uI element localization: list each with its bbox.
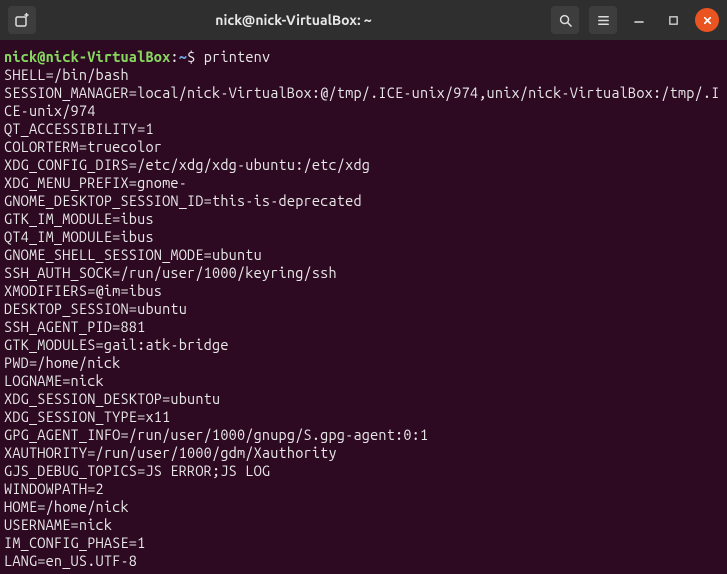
output-line: USERNAME=nick — [4, 516, 723, 534]
output-line: XDG_CONFIG_DIRS=/etc/xdg/xdg-ubuntu:/etc… — [4, 156, 723, 174]
prompt-path: ~ — [179, 48, 187, 65]
window-title: nick@nick-VirtualBox: ~ — [44, 12, 543, 28]
close-button[interactable] — [695, 8, 719, 32]
output-line: GTK_IM_MODULE=ibus — [4, 210, 723, 228]
output-block: SHELL=/bin/bashSESSION_MANAGER=local/nic… — [4, 66, 723, 570]
prompt-host: nick-VirtualBox — [46, 48, 171, 65]
titlebar-left — [8, 6, 36, 34]
search-icon — [558, 13, 573, 28]
new-tab-icon — [14, 12, 30, 28]
search-button[interactable] — [551, 6, 579, 34]
prompt-at: @ — [37, 48, 45, 65]
output-line: SESSION_MANAGER=local/nick-VirtualBox:@/… — [4, 84, 723, 120]
titlebar-right — [551, 6, 719, 34]
output-line: SSH_AUTH_SOCK=/run/user/1000/keyring/ssh — [4, 264, 723, 282]
prompt-colon: : — [170, 48, 178, 65]
output-line: XDG_SESSION_TYPE=x11 — [4, 408, 723, 426]
output-line: SSH_AGENT_PID=881 — [4, 318, 723, 336]
titlebar: nick@nick-VirtualBox: ~ — [0, 0, 727, 40]
output-line: IM_CONFIG_PHASE=1 — [4, 534, 723, 552]
output-line: WINDOWPATH=2 — [4, 480, 723, 498]
terminal-content[interactable]: nick@nick-VirtualBox:~$ printenv SHELL=/… — [0, 40, 727, 574]
hamburger-icon — [596, 13, 611, 28]
menu-button[interactable] — [589, 6, 617, 34]
output-line: DESKTOP_SESSION=ubuntu — [4, 300, 723, 318]
output-line: LOGNAME=nick — [4, 372, 723, 390]
output-line: XMODIFIERS=@im=ibus — [4, 282, 723, 300]
prompt-user: nick — [4, 48, 37, 65]
output-line: SHELL=/bin/bash — [4, 66, 723, 84]
prompt-dollar: $ — [187, 48, 195, 65]
output-line: LANG=en_US.UTF-8 — [4, 552, 723, 570]
output-line: GJS_DEBUG_TOPICS=JS ERROR;JS LOG — [4, 462, 723, 480]
output-line: GNOME_SHELL_SESSION_MODE=ubuntu — [4, 246, 723, 264]
output-line: PWD=/home/nick — [4, 354, 723, 372]
minimize-icon — [633, 14, 645, 26]
maximize-icon — [668, 15, 679, 26]
output-line: QT4_IM_MODULE=ibus — [4, 228, 723, 246]
output-line: HOME=/home/nick — [4, 498, 723, 516]
output-line: XDG_MENU_PREFIX=gnome- — [4, 174, 723, 192]
new-tab-button[interactable] — [8, 6, 36, 34]
output-line: GNOME_DESKTOP_SESSION_ID=this-is-depreca… — [4, 192, 723, 210]
output-line: GPG_AGENT_INFO=/run/user/1000/gnupg/S.gp… — [4, 426, 723, 444]
output-line: QT_ACCESSIBILITY=1 — [4, 120, 723, 138]
output-line: XDG_SESSION_DESKTOP=ubuntu — [4, 390, 723, 408]
close-icon — [702, 15, 713, 26]
command-text: printenv — [204, 48, 271, 65]
output-line: GTK_MODULES=gail:atk-bridge — [4, 336, 723, 354]
output-line: XAUTHORITY=/run/user/1000/gdm/Xauthority — [4, 444, 723, 462]
output-line: COLORTERM=truecolor — [4, 138, 723, 156]
maximize-button[interactable] — [661, 8, 685, 32]
minimize-button[interactable] — [627, 8, 651, 32]
